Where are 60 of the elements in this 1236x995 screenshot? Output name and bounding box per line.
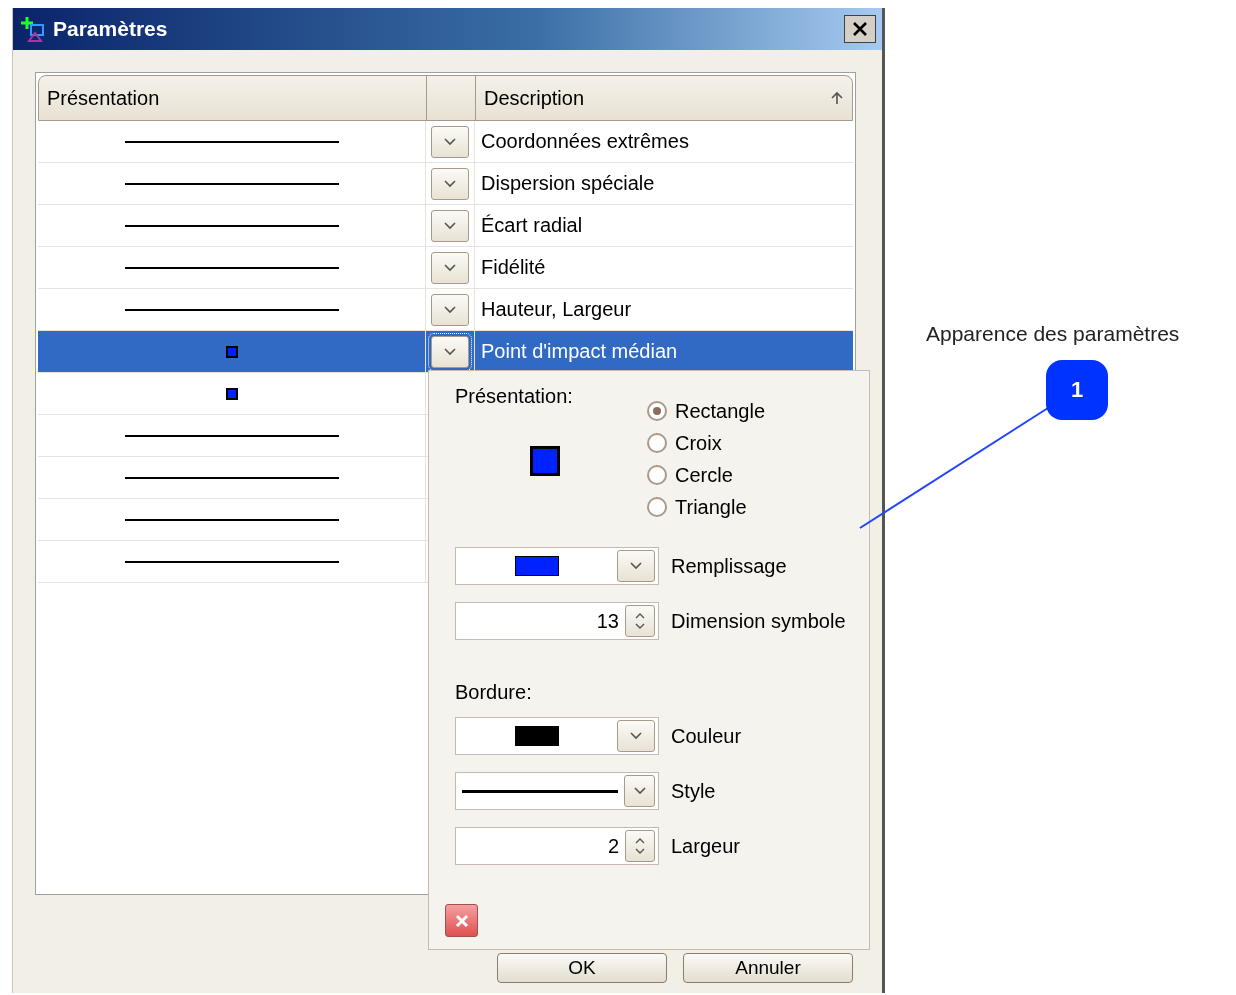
table-row[interactable]: Dispersion spéciale	[38, 163, 853, 205]
table-cell: Coordonnées extrêmes	[481, 130, 689, 153]
chevron-down-icon	[443, 136, 457, 147]
section-label: Bordure:	[455, 681, 533, 704]
dropdown-button[interactable]	[431, 293, 469, 326]
close-button[interactable]	[445, 904, 478, 937]
field-label: Remplissage	[671, 554, 787, 578]
dropdown-button[interactable]	[431, 125, 469, 158]
chevron-down-icon	[443, 304, 457, 315]
shape-radio[interactable]: Croix	[647, 427, 766, 459]
dropdown-button[interactable]	[431, 209, 469, 242]
table-row[interactable]: Fidélité	[38, 247, 853, 289]
chevron-down-icon	[443, 346, 457, 357]
dropdown-button[interactable]	[431, 335, 469, 368]
dialog-button[interactable]: OK	[497, 953, 667, 983]
chevron-down-icon	[443, 262, 457, 273]
dropdown-button[interactable]	[617, 550, 655, 582]
table-row[interactable]: Coordonnées extrêmes	[38, 121, 853, 163]
close-button[interactable]	[844, 15, 876, 43]
size-spinner[interactable]: 13	[455, 602, 659, 640]
chevron-down-icon	[443, 178, 457, 189]
dropdown-button[interactable]	[431, 251, 469, 284]
field-label: Style	[671, 779, 716, 803]
chevron-down-icon	[629, 561, 643, 571]
chevron-down-icon	[443, 220, 457, 231]
border-color-dropdown[interactable]	[455, 717, 659, 755]
app-icon	[19, 15, 47, 43]
table-cell: Fidélité	[481, 256, 546, 279]
table-cell: Point d'impact médian	[481, 340, 678, 363]
chevron-down-icon	[629, 731, 643, 741]
field-label: Dimension symbole	[671, 609, 846, 633]
dropdown-button[interactable]	[617, 720, 655, 752]
shape-radio[interactable]: Triangle	[647, 491, 766, 523]
annotation-text: Apparence des paramètres	[926, 322, 1180, 346]
chevron-down-icon	[632, 786, 647, 796]
square-symbol	[225, 345, 238, 358]
dropdown-button[interactable]	[624, 775, 655, 807]
close-icon	[851, 20, 869, 38]
fill-color-dropdown[interactable]	[455, 547, 659, 585]
callout-badge: 1	[1046, 360, 1108, 420]
shape-radio[interactable]: Cercle	[647, 459, 766, 491]
shape-radio[interactable]: Rectangle	[647, 395, 766, 427]
width-spinner[interactable]: 2	[455, 827, 659, 865]
dialog-button[interactable]: Annuler	[683, 953, 853, 983]
table-cell: Écart radial	[481, 214, 583, 237]
section-label: Présentation:	[455, 385, 574, 408]
column-header[interactable]: Description	[476, 76, 852, 120]
square-symbol	[225, 387, 238, 400]
table-row[interactable]: Point d'impact médian	[38, 331, 853, 373]
field-label: Largeur	[671, 834, 740, 858]
line-style-dropdown[interactable]	[455, 772, 659, 810]
field-label: Couleur	[671, 724, 742, 748]
window-title: Paramètres	[53, 17, 169, 41]
spinner-arrows-icon[interactable]	[625, 830, 655, 862]
spinner-arrows-icon[interactable]	[625, 605, 655, 637]
table-cell: Dispersion spéciale	[481, 172, 655, 195]
table-row[interactable]: Écart radial	[38, 205, 853, 247]
dropdown-button[interactable]	[431, 167, 469, 200]
table-cell: Hauteur, Largeur	[481, 298, 632, 321]
column-header[interactable]: Présentation	[39, 76, 427, 120]
